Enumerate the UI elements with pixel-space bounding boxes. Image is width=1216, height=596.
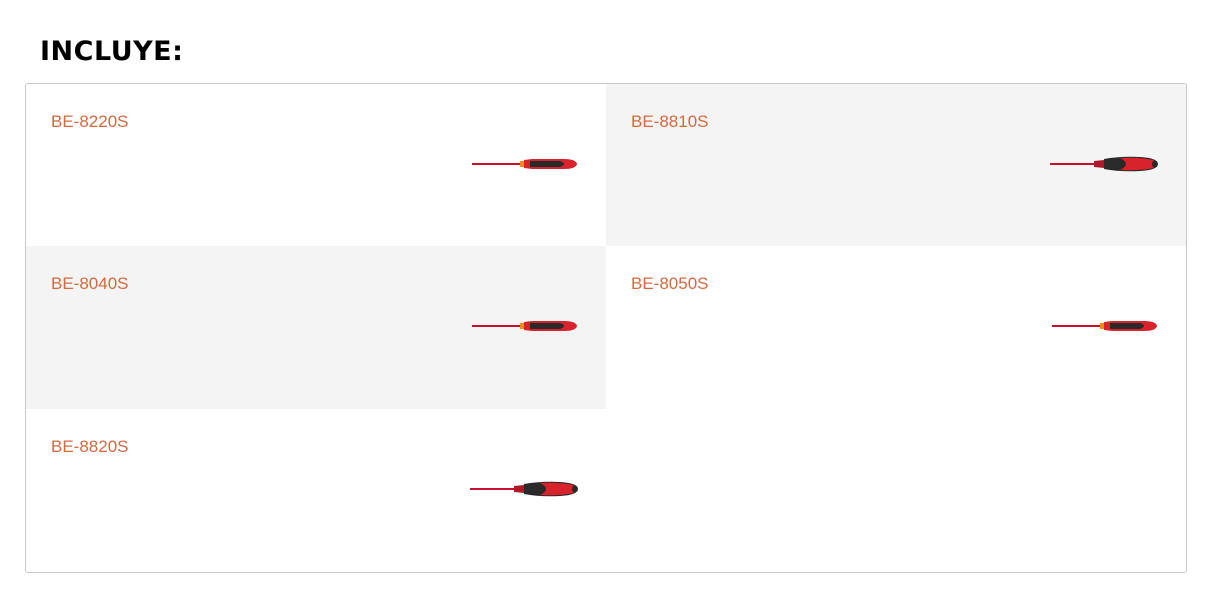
slim-screwdriver-icon	[1052, 321, 1157, 331]
product-cell-1[interactable]: BE-8220S	[26, 84, 606, 246]
included-items-grid: BE-8220S BE-8810S BE-8040S BE-8050S BE-8…	[25, 83, 1187, 573]
product-link[interactable]: BE-8820S	[51, 437, 129, 457]
round-handle-screwdriver-icon	[1050, 156, 1158, 172]
slim-screwdriver-icon	[472, 159, 577, 169]
product-cell-2[interactable]: BE-8810S	[606, 84, 1186, 246]
product-link[interactable]: BE-8050S	[631, 274, 709, 294]
product-cell-3[interactable]: BE-8040S	[26, 246, 606, 409]
product-link[interactable]: BE-8040S	[51, 274, 129, 294]
slim-screwdriver-icon	[472, 321, 577, 331]
product-link[interactable]: BE-8810S	[631, 112, 709, 132]
product-link[interactable]: BE-8220S	[51, 112, 129, 132]
empty-cell	[606, 409, 1186, 572]
product-cell-5[interactable]: BE-8820S	[26, 409, 606, 572]
page-title: INCLUYE:	[40, 36, 184, 67]
round-handle-screwdriver-icon	[470, 481, 578, 497]
product-cell-4[interactable]: BE-8050S	[606, 246, 1186, 409]
